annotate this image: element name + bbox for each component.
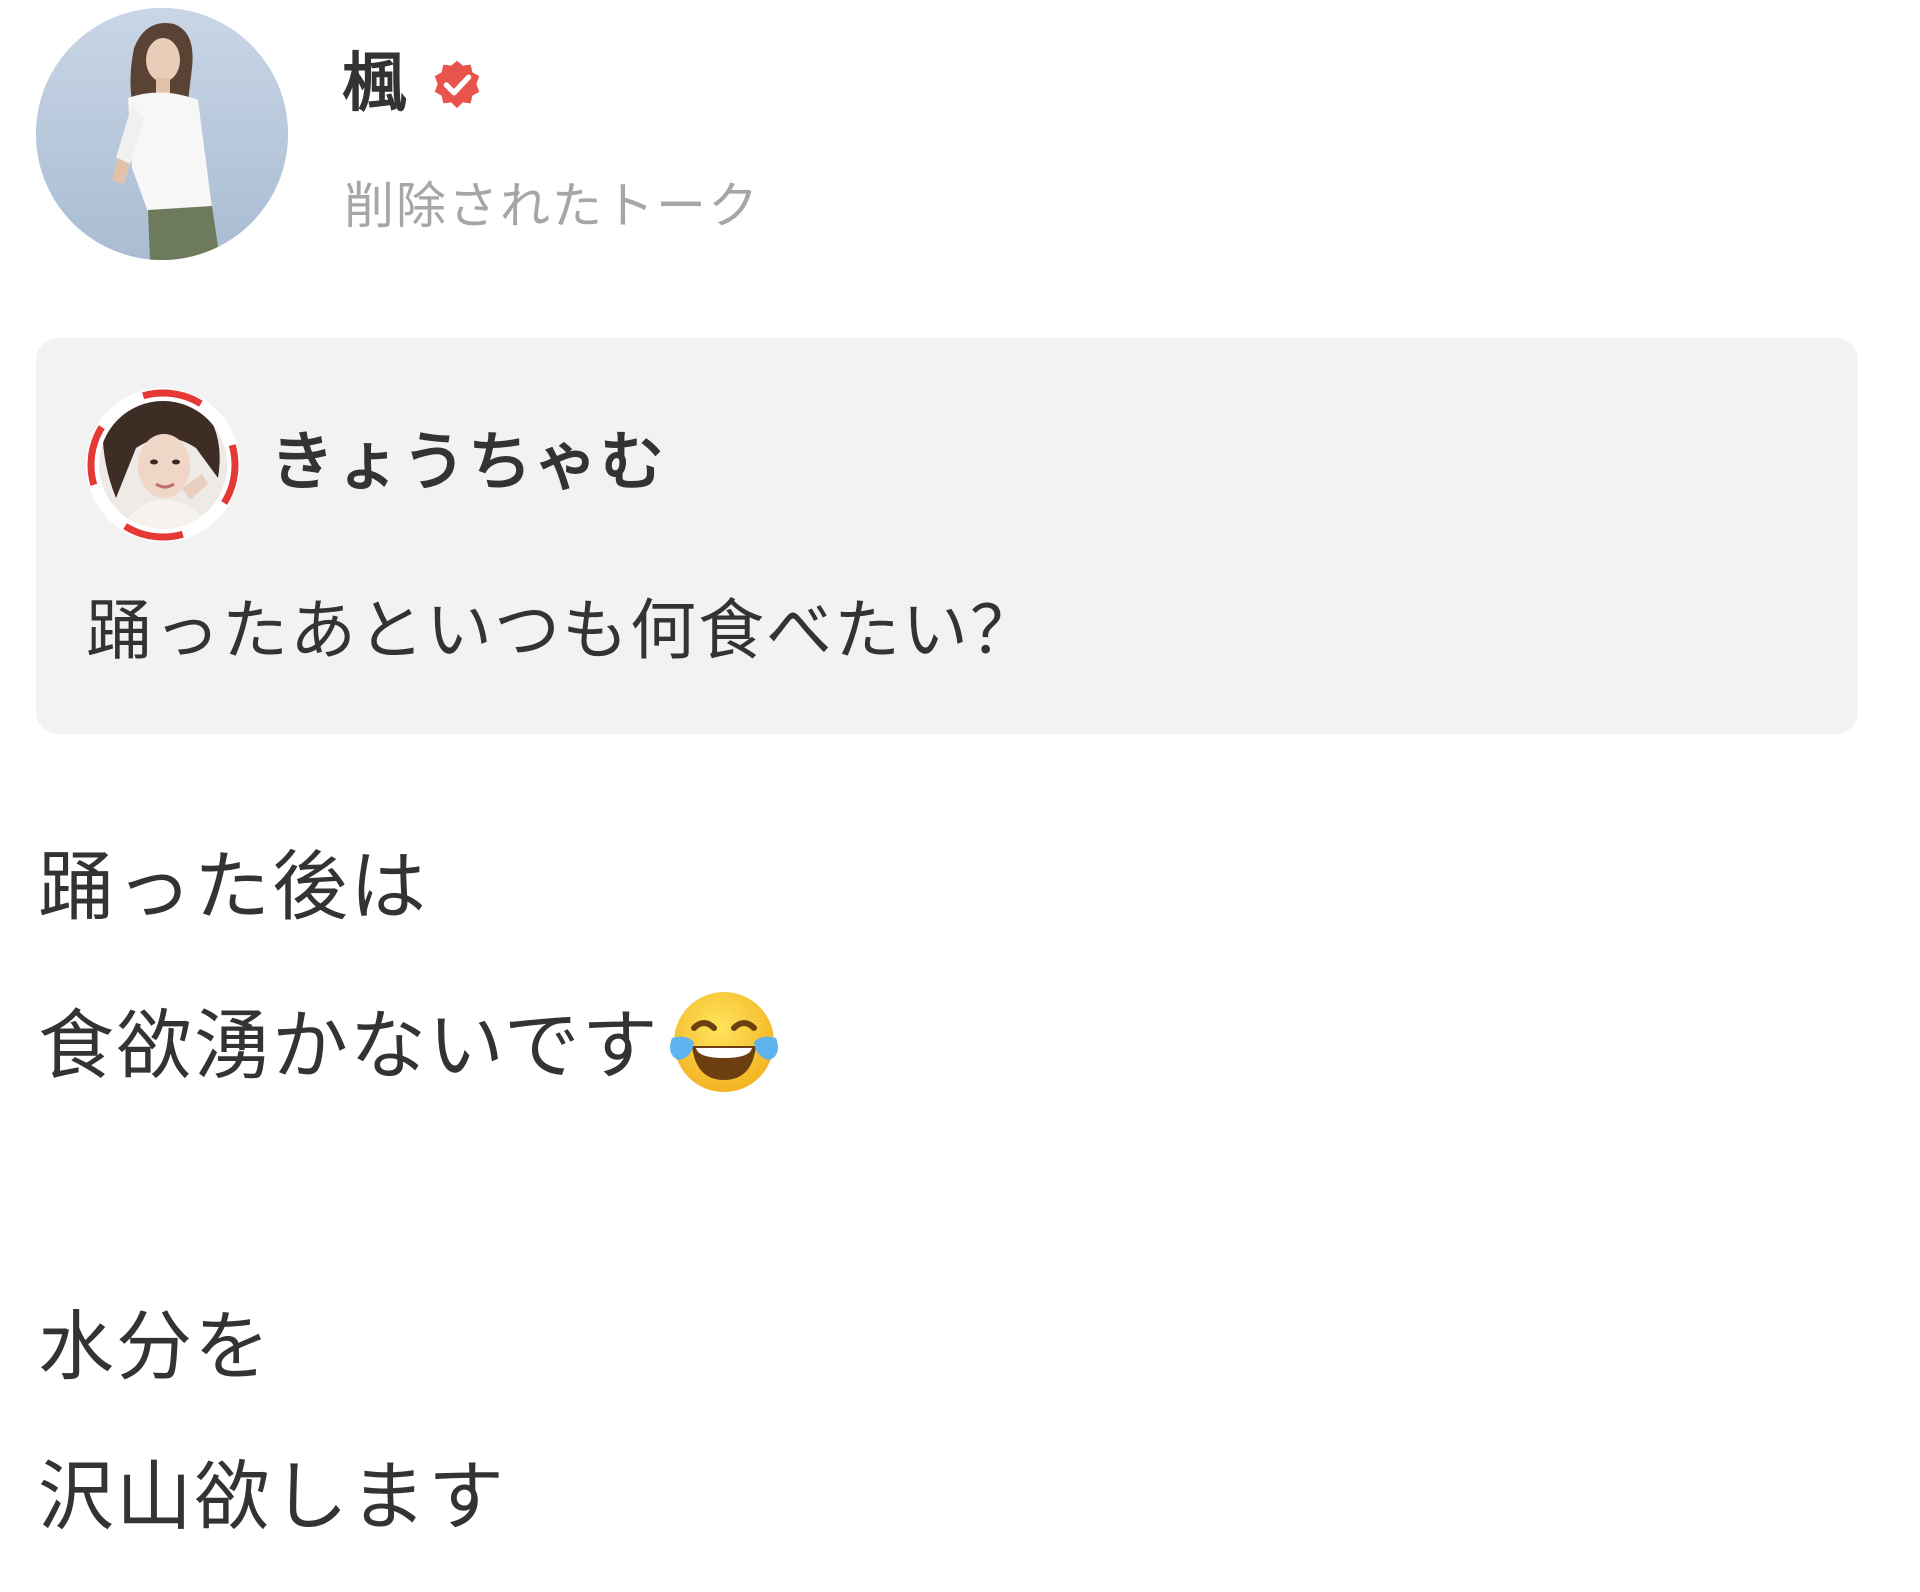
post-subtitle: 削除されたトーク	[344, 177, 760, 235]
avatar-photo-icon	[36, 8, 288, 260]
answer-text: 沢山欲します	[38, 1452, 506, 1541]
face-with-tears-of-joy-icon	[664, 982, 784, 1102]
answer-line: 踊った後は	[38, 832, 1878, 982]
answer-body: 踊った後は 食欲湧かないです 水分を 沢山欲します	[38, 832, 1878, 1592]
author-name-row: 楓	[342, 44, 486, 124]
answer-line: 水分を	[38, 1292, 1878, 1442]
post-header: 楓 削除されたトーク	[36, 8, 1886, 268]
verified-check-icon	[428, 55, 486, 113]
author-name[interactable]: 楓	[342, 44, 406, 124]
avatar-photo-icon	[87, 389, 239, 541]
answer-spacer	[38, 1132, 1878, 1292]
answer-text: 踊った後は	[38, 842, 428, 931]
quote-user-avatar[interactable]	[86, 388, 240, 542]
answer-line: 沢山欲します	[38, 1442, 1878, 1592]
answer-line: 食欲湧かないです	[38, 982, 1878, 1132]
author-avatar[interactable]	[36, 8, 288, 260]
answer-text: 食欲湧かないです	[38, 1001, 660, 1090]
quote-text: 踊ったあといつも何食べたい？	[86, 592, 1038, 669]
quoted-talk-card[interactable]: きょうちゃむ 踊ったあといつも何食べたい？	[36, 338, 1858, 734]
quote-user-name[interactable]: きょうちゃむ	[270, 418, 666, 508]
answer-text: 水分を	[38, 1302, 272, 1391]
